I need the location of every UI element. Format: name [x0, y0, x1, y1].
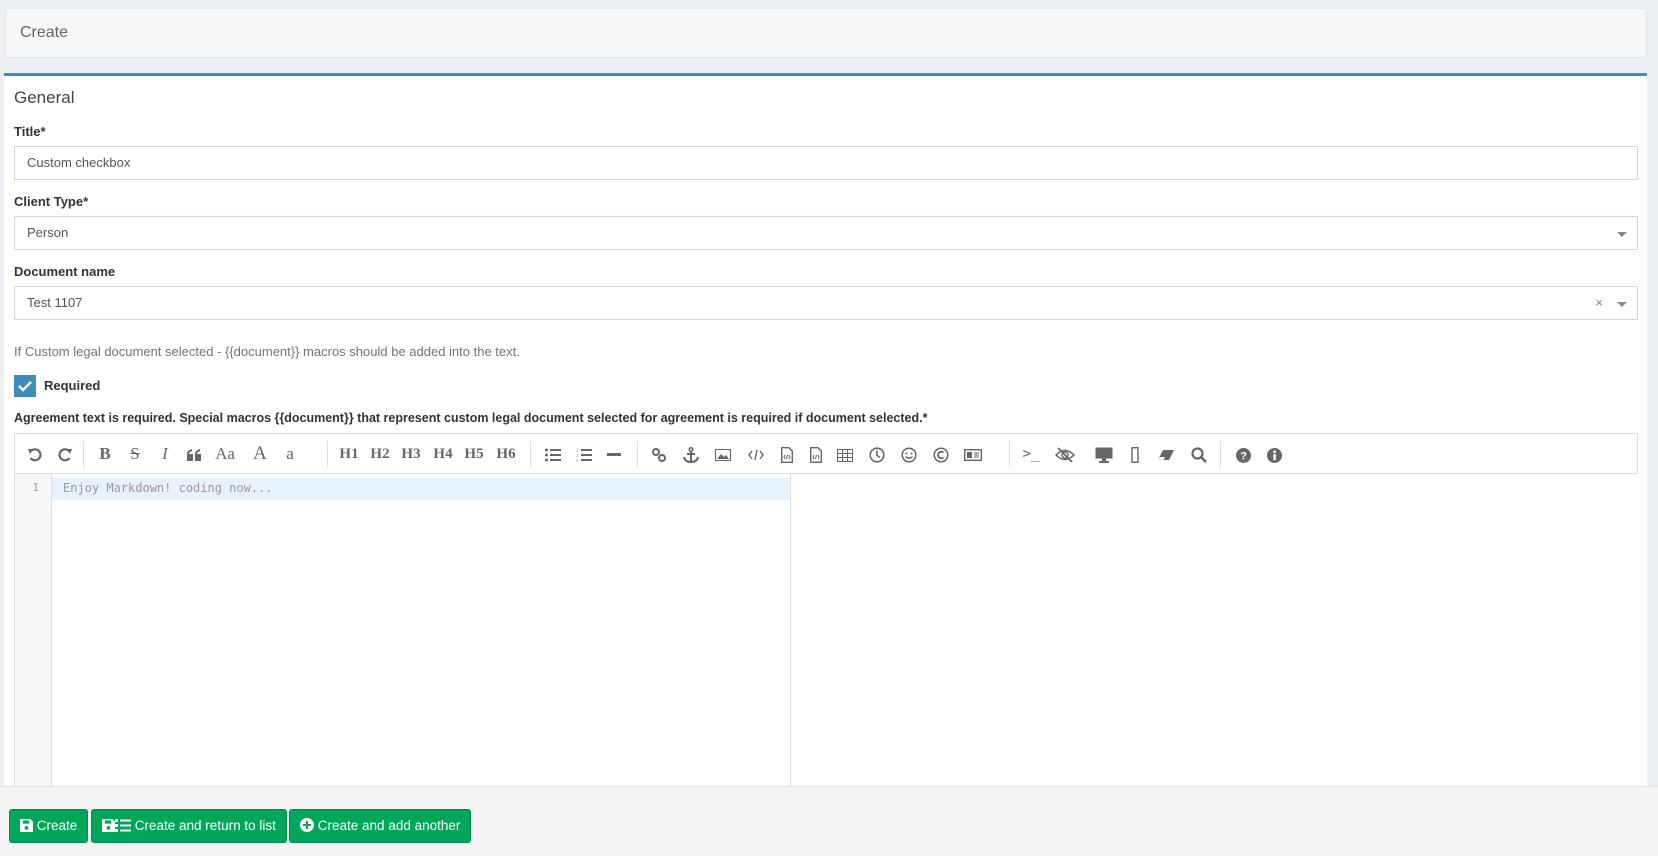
bold-icon[interactable]: B — [95, 444, 115, 464]
document-help-text: If Custom legal document selected - {{do… — [14, 344, 520, 359]
horizontal-rule-icon[interactable] — [604, 444, 624, 464]
inline-code-icon[interactable] — [746, 444, 766, 464]
client-type-value: Person — [27, 225, 69, 240]
link-icon[interactable] — [649, 444, 669, 464]
line-number-gutter: 1 — [15, 474, 52, 797]
datetime-icon[interactable] — [867, 444, 887, 464]
document-name-label: Document name — [14, 264, 116, 279]
undo-icon[interactable] — [25, 444, 45, 464]
redo-icon[interactable] — [55, 444, 75, 464]
preview-icon[interactable] — [1094, 444, 1114, 464]
h6-icon[interactable]: H6 — [496, 444, 516, 464]
document-name-value: Test 1107 — [27, 295, 83, 310]
chevron-down-icon — [1617, 232, 1627, 237]
h5-icon[interactable]: H5 — [464, 444, 484, 464]
italic-icon[interactable]: I — [155, 444, 175, 464]
strikethrough-icon[interactable]: S — [125, 444, 145, 464]
create-and-add-another-label: Create and add another — [317, 818, 461, 833]
create-and-add-another-button[interactable]: Create and add another — [289, 809, 472, 843]
create-label: Create — [36, 818, 78, 833]
form-actions: Create Create and return to list Create … — [0, 786, 1658, 856]
ordered-list-icon[interactable]: 123 — [574, 444, 594, 464]
anchor-icon[interactable] — [681, 444, 701, 464]
check-icon — [18, 381, 32, 392]
list-icon — [115, 818, 131, 832]
create-and-return-button[interactable]: Create and return to list — [91, 809, 287, 843]
general-box: General Title* Custom checkbox Client Ty… — [4, 73, 1647, 797]
create-button[interactable]: Create — [9, 809, 89, 843]
clear-icon[interactable]: × — [1595, 295, 1603, 310]
uppercase-icon[interactable]: Aa — [215, 444, 235, 464]
help-icon[interactable]: ? — [1233, 444, 1253, 464]
watch-toggle-icon[interactable] — [1055, 444, 1075, 464]
unordered-list-icon[interactable] — [543, 444, 563, 464]
emoji-icon[interactable] — [899, 444, 919, 464]
info-icon[interactable] — [1264, 444, 1284, 464]
fullscreen-icon[interactable] — [1125, 444, 1145, 464]
chevron-down-icon — [1617, 302, 1627, 307]
box-title: General — [14, 88, 75, 107]
title-value: Custom checkbox — [27, 155, 131, 170]
clear-icon[interactable] — [1156, 444, 1176, 464]
svg-text:3: 3 — [576, 458, 578, 463]
search-icon[interactable] — [1189, 444, 1209, 464]
markdown-editor: B S I Aa A a H1 H2 H3 H4 H5 H6 123 >_ ? … — [14, 433, 1638, 797]
ucwords-icon[interactable]: A — [250, 444, 270, 464]
h4-icon[interactable]: H4 — [433, 444, 453, 464]
preformatted-text-icon[interactable] — [806, 444, 826, 464]
required-label[interactable]: Required — [44, 378, 100, 393]
markdown-input[interactable]: Enjoy Markdown! coding now... — [52, 474, 791, 797]
pagebreak-icon[interactable] — [963, 444, 983, 464]
h1-icon[interactable]: H1 — [339, 444, 359, 464]
agreement-label: Agreement text is required. Special macr… — [14, 411, 928, 425]
goto-line-icon[interactable]: >_ — [1021, 444, 1041, 464]
image-icon[interactable] — [713, 444, 733, 464]
client-type-select[interactable]: Person — [14, 216, 1638, 250]
title-input[interactable]: Custom checkbox — [14, 146, 1638, 180]
quote-icon[interactable] — [184, 444, 204, 464]
page-title: Create — [20, 24, 69, 41]
code-block-icon[interactable] — [777, 444, 797, 464]
create-and-return-label: Create and return to list — [134, 818, 276, 833]
h2-icon[interactable]: H2 — [370, 444, 390, 464]
page-header: Create — [5, 8, 1647, 58]
line-number: 1 — [32, 481, 39, 494]
document-name-select[interactable]: Test 1107 × — [14, 286, 1638, 320]
editor-toolbar: B S I Aa A a H1 H2 H3 H4 H5 H6 123 >_ ? — [15, 434, 1637, 474]
editor-placeholder: Enjoy Markdown! coding now... — [63, 481, 273, 495]
table-icon[interactable] — [835, 444, 855, 464]
title-label: Title* — [14, 124, 46, 139]
html-entities-icon[interactable] — [931, 444, 951, 464]
client-type-label: Client Type* — [14, 194, 89, 209]
markdown-preview — [792, 474, 1638, 797]
save-icon — [20, 818, 33, 832]
svg-text:?: ? — [1240, 450, 1247, 462]
required-checkbox[interactable] — [14, 375, 36, 397]
plus-circle-icon — [300, 818, 314, 833]
lowercase-icon[interactable]: a — [280, 444, 300, 464]
h3-icon[interactable]: H3 — [401, 444, 421, 464]
save-icon — [102, 818, 115, 832]
